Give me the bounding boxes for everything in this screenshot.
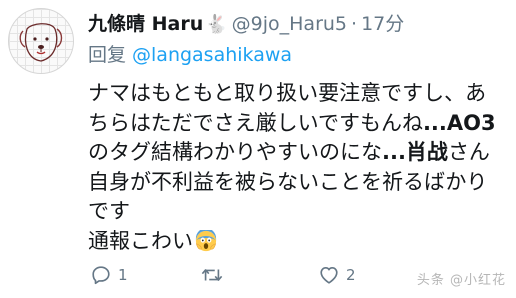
tweet-header: 九條晴 Haru 🐇 @9jo_Haru5 · 17分: [88, 10, 516, 38]
tweet-text-line: 自身が不利益を被らないことを祈るばかり: [88, 169, 488, 194]
like-button[interactable]: 2: [318, 258, 356, 292]
text-segment: のタグ結構わかりやすいのにな: [88, 140, 382, 164]
dog-sketch-icon: [19, 23, 63, 62]
reply-count: 1: [118, 266, 128, 284]
reply-icon: [92, 266, 110, 285]
screaming-face-emoji: [195, 229, 217, 251]
rabbit-icon: 🐇: [205, 14, 228, 35]
retweet-icon: [201, 269, 223, 281]
tweet-text-line: ナマはもともと取り扱い要注意ですし、あ: [88, 81, 487, 105]
tweet: 九條晴 Haru 🐇 @9jo_Haru5 · 17分 回复 @langasahikawa…: [0, 0, 516, 298]
separator: ·: [351, 13, 358, 35]
tweet-text-line: です: [88, 199, 130, 223]
user-handle[interactable]: @9jo_Haru5: [232, 13, 347, 35]
like-count: 2: [346, 266, 356, 284]
heart-icon: [320, 267, 338, 284]
tweet-text-line: 通報こわい: [88, 227, 516, 257]
text-segment: さん: [447, 140, 490, 164]
retweet-button[interactable]: [200, 258, 224, 292]
text-segment: 通報こわい: [88, 228, 193, 253]
avatar[interactable]: [8, 8, 74, 74]
display-name[interactable]: 九條晴 Haru: [88, 13, 203, 35]
reply-prefix: 回复: [88, 44, 127, 66]
reply-to-handle[interactable]: @langasahikawa: [132, 44, 292, 66]
text-segment: ちらはただでさえ厳しいですもんね: [88, 110, 423, 135]
watermark: 头条 @小红花: [416, 273, 506, 288]
bold-text-segment: ...AO3: [422, 110, 496, 135]
tweet-text: ナマはもともと取り扱い要注意ですし、あ ちらはただでさえ厳しいですもんね...A…: [88, 79, 516, 256]
reply-context: 回复 @langasahikawa: [88, 42, 516, 68]
tweet-text-line: ちらはただでさえ厳しいですもんね...AO3: [88, 109, 516, 139]
bold-text-segment: ...肖战: [382, 140, 448, 164]
timestamp[interactable]: 17分: [361, 13, 404, 35]
tweet-text-line: のタグ結構わかりやすいのにな...肖战さん: [88, 138, 516, 168]
reply-button[interactable]: 1: [90, 258, 128, 292]
